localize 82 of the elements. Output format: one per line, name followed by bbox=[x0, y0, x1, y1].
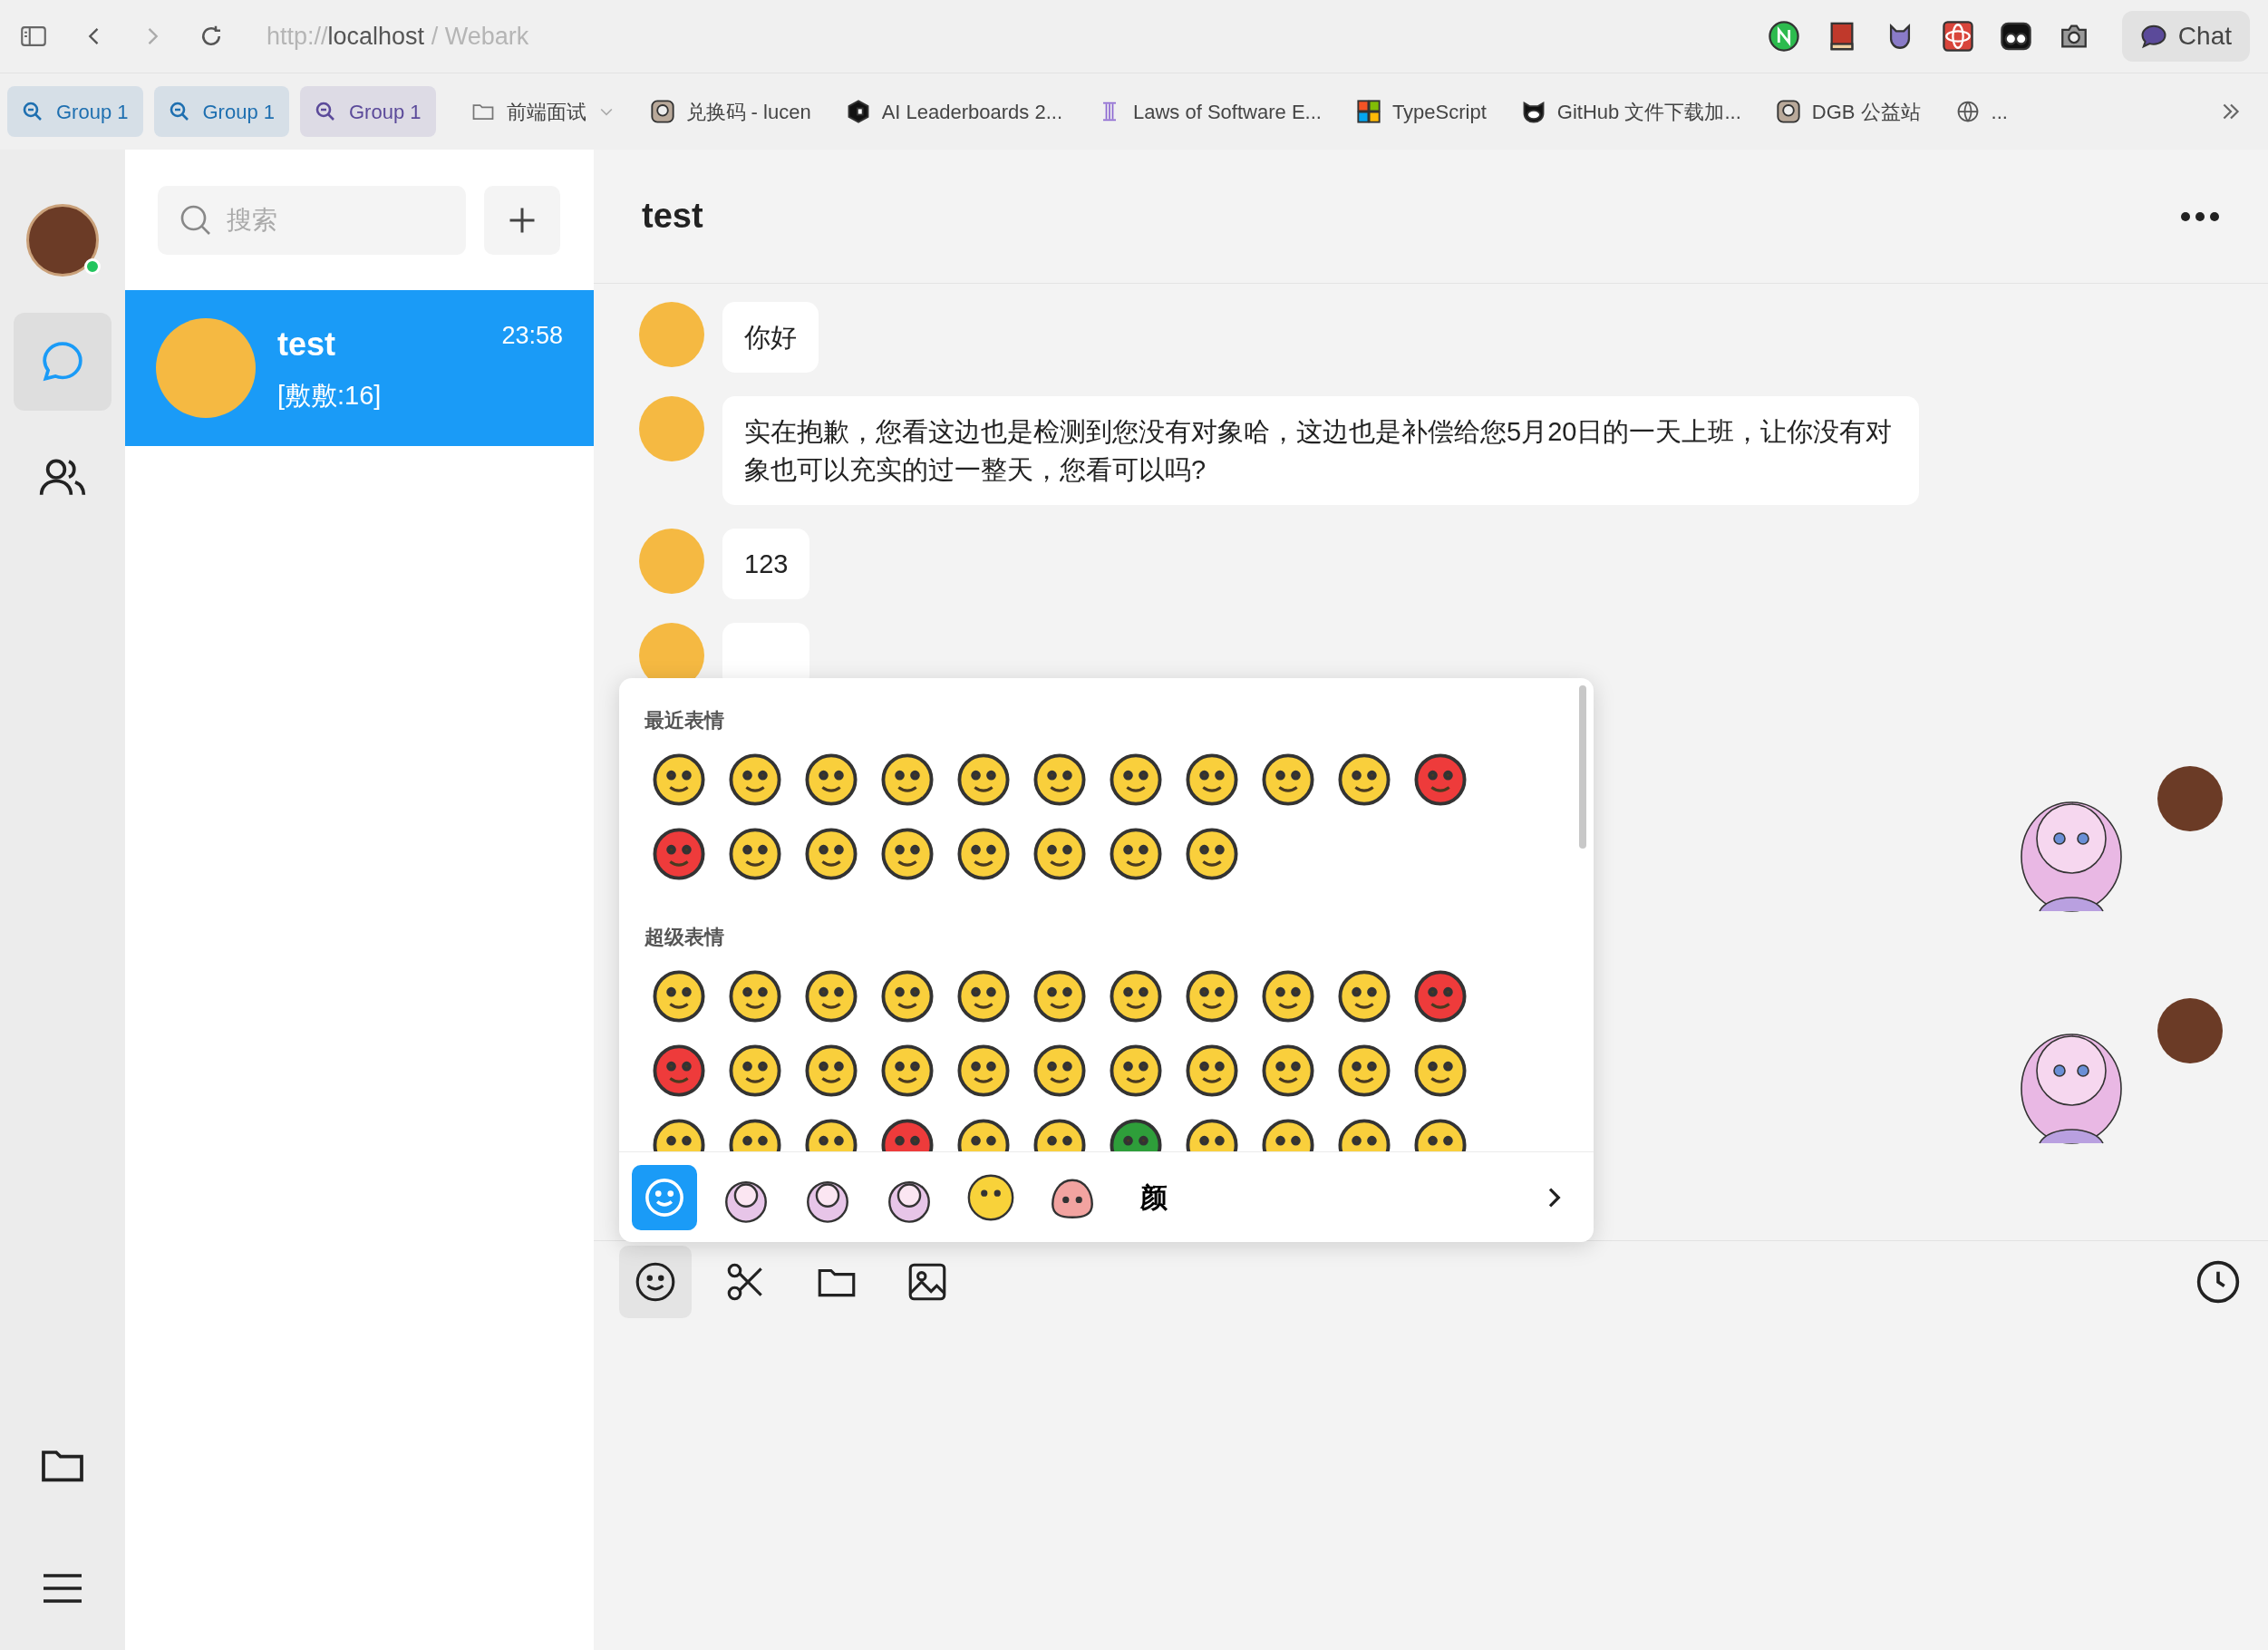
emoji-icon[interactable] bbox=[805, 753, 858, 806]
atom-icon[interactable] bbox=[1942, 21, 1973, 52]
message-bubble: 你好 bbox=[722, 302, 819, 373]
emoji-icon[interactable] bbox=[881, 970, 934, 1023]
message-bubble: 实在抱歉，您看这边也是检测到您没有对象哈，这边也是补偿给您5月20日的一天上班，让你没有对象也可以充实的过一整天，您看可以吗? bbox=[722, 396, 1919, 505]
emoji-icon[interactable] bbox=[957, 970, 1010, 1023]
emoji-icon[interactable] bbox=[1414, 970, 1467, 1023]
emoji-icon[interactable] bbox=[805, 970, 858, 1023]
search-icon bbox=[315, 101, 336, 122]
search-icon bbox=[168, 101, 190, 122]
emoji-icon[interactable] bbox=[1262, 970, 1314, 1023]
emoji-icon[interactable] bbox=[1414, 753, 1467, 806]
emoji-icon[interactable] bbox=[805, 1044, 858, 1097]
emoji-icon[interactable] bbox=[1338, 970, 1391, 1023]
emoji-icon[interactable] bbox=[1033, 1044, 1086, 1097]
emoji-icon[interactable] bbox=[1262, 753, 1314, 806]
emoji-icon[interactable] bbox=[1110, 753, 1162, 806]
emoji-icon[interactable] bbox=[957, 753, 1010, 806]
scrollbar[interactable] bbox=[1579, 685, 1586, 849]
emoji-icon[interactable] bbox=[1414, 1044, 1467, 1097]
emoji-icon[interactable] bbox=[881, 753, 934, 806]
emoji-icon[interactable] bbox=[1033, 828, 1086, 880]
tab-group[interactable]: Group 1 bbox=[300, 86, 436, 137]
emoji-icon[interactable] bbox=[653, 1044, 705, 1097]
tab-group[interactable]: Group 1 bbox=[153, 86, 289, 137]
toolbar-button[interactable] bbox=[619, 1245, 692, 1318]
message-bubble: 123 bbox=[722, 529, 810, 599]
chat-button[interactable]: Chat bbox=[2121, 11, 2250, 62]
emoji-icon[interactable] bbox=[729, 828, 781, 880]
emoji-icon[interactable] bbox=[957, 828, 1010, 880]
message-preview: [敷敷:16] bbox=[277, 380, 382, 412]
bookmark[interactable]: TypeScript bbox=[1355, 96, 1487, 127]
bookmark[interactable]: Laws of Software E... bbox=[1097, 96, 1322, 127]
emoji-icon[interactable] bbox=[1033, 970, 1086, 1023]
emoji-icon[interactable] bbox=[653, 828, 705, 880]
emoji-icon[interactable] bbox=[1110, 970, 1162, 1023]
search-input[interactable]: 搜索 bbox=[227, 192, 426, 248]
more-icon[interactable] bbox=[2180, 210, 2220, 222]
chat-title: test bbox=[642, 196, 703, 237]
bookmark[interactable]: AI Leaderboards 2... bbox=[845, 96, 1062, 127]
timestamp: 23:58 bbox=[501, 321, 563, 351]
section-title: 超级表情 bbox=[645, 925, 725, 950]
emoji-category-tab[interactable]: 颜 bbox=[1121, 1164, 1187, 1230]
emoji-icon[interactable] bbox=[653, 753, 705, 806]
emoji-icon[interactable] bbox=[1338, 753, 1391, 806]
emoji-icon[interactable] bbox=[881, 828, 934, 880]
tab-group[interactable]: Group 1 bbox=[7, 86, 143, 137]
emoji-icon[interactable] bbox=[805, 828, 858, 880]
emoji-icon[interactable] bbox=[1110, 1044, 1162, 1097]
emoji-icon[interactable] bbox=[1186, 1044, 1238, 1097]
thumbnail-icon bbox=[1775, 99, 1801, 124]
search-field[interactable]: 搜索 bbox=[158, 185, 466, 255]
circle-logo-icon[interactable] bbox=[1768, 21, 1799, 52]
emoji-icon[interactable] bbox=[729, 970, 781, 1023]
emoji-icon[interactable] bbox=[957, 1044, 1010, 1097]
contact-name: test bbox=[277, 325, 337, 365]
bookmark[interactable]: 兑换码 - lucen bbox=[649, 96, 811, 127]
emoji-icon[interactable] bbox=[1338, 1044, 1391, 1097]
bookmark[interactable]: 前端面试 bbox=[470, 96, 615, 127]
url-text: http:// bbox=[267, 22, 328, 50]
bookmark[interactable]: DGB 公益站 bbox=[1775, 96, 1921, 127]
emoji-icon[interactable] bbox=[1186, 753, 1238, 806]
add-button[interactable] bbox=[484, 185, 560, 255]
url-text: localhost bbox=[327, 22, 425, 50]
bookmark[interactable]: ... bbox=[1954, 96, 2008, 127]
page-title: / Webark bbox=[430, 22, 529, 50]
emoji-icon[interactable] bbox=[1110, 828, 1162, 880]
emoji-icon[interactable] bbox=[1186, 970, 1238, 1023]
emoji-icon[interactable] bbox=[653, 970, 705, 1023]
bookmark[interactable]: GitHub 文件下载加... bbox=[1520, 96, 1741, 127]
emoji-icon[interactable] bbox=[1186, 828, 1238, 880]
section-title: 最近表情 bbox=[645, 708, 725, 733]
eyes-icon[interactable] bbox=[2000, 21, 2031, 52]
chat-bubble-icon bbox=[2139, 23, 2167, 50]
four-squares-icon bbox=[1355, 99, 1381, 124]
emoji-icon[interactable] bbox=[1262, 1044, 1314, 1097]
emoji-icon[interactable] bbox=[1033, 753, 1086, 806]
search-icon bbox=[22, 101, 44, 122]
thumbnail-icon bbox=[649, 99, 675, 124]
emoji-icon[interactable] bbox=[729, 753, 781, 806]
emoji-icon[interactable] bbox=[729, 1044, 781, 1097]
emoji-icon[interactable] bbox=[881, 1044, 934, 1097]
